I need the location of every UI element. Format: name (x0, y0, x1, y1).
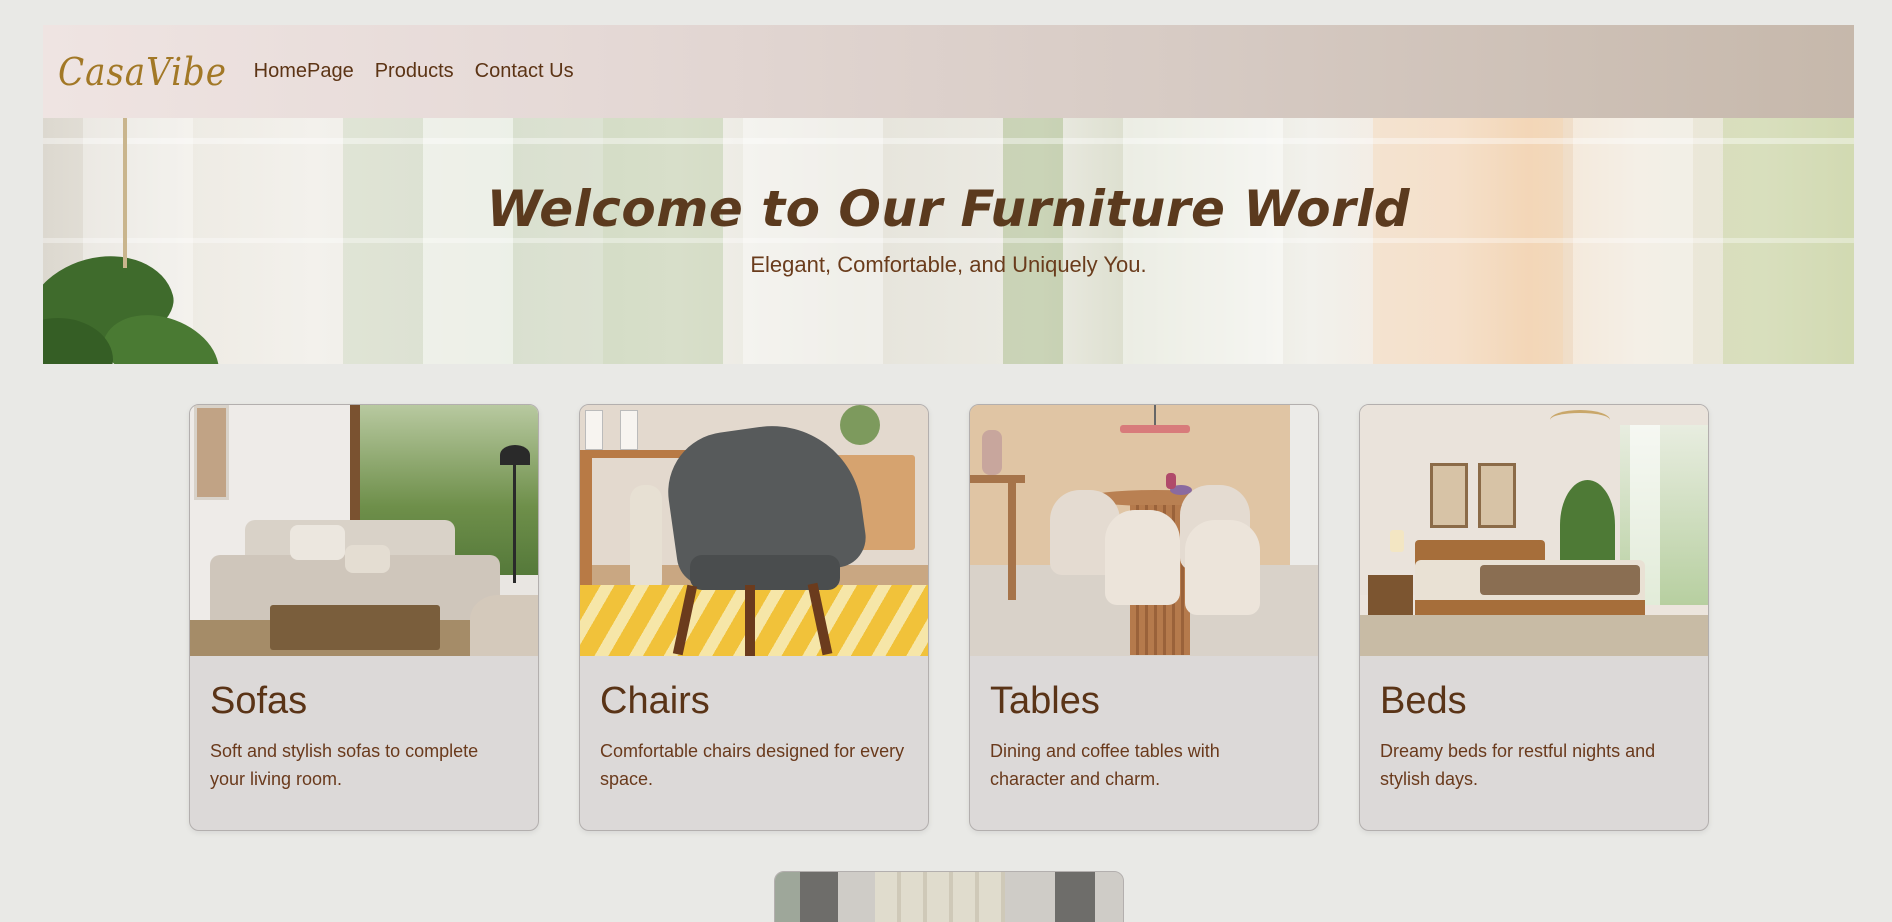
card-description: Dreamy beds for restful nights and styli… (1380, 741, 1656, 789)
product-card-sofas[interactable]: Sofas Soft and stylish sofas to complete… (189, 404, 539, 831)
hero-title: Welcome to Our Furniture World (486, 180, 1411, 238)
product-card-chairs[interactable]: Chairs Comfortable chairs designed for e… (579, 404, 929, 831)
card-title: Sofas (210, 680, 308, 722)
tables-image (970, 405, 1318, 656)
nav-link-products[interactable]: Products (375, 60, 454, 83)
nav-link-contact-us[interactable]: Contact Us (475, 60, 574, 83)
nav-link-homepage[interactable]: HomePage (254, 60, 354, 83)
page: CasaVibe HomePage Products Contact Us We… (0, 0, 1892, 922)
card-description: Soft and stylish sofas to complete your … (210, 741, 479, 789)
product-card-tables[interactable]: Tables Dining and coffee tables with cha… (969, 404, 1319, 831)
card-title: Tables (990, 680, 1100, 722)
nav-links: HomePage Products Contact Us (254, 60, 595, 83)
card-description: Comfortable chairs designed for every sp… (600, 741, 905, 789)
card-title: Chairs (600, 680, 710, 722)
card-description: Dining and coffee tables with character … (990, 741, 1220, 789)
sofas-image (190, 405, 538, 656)
chairs-image (580, 405, 928, 656)
product-card-partial[interactable] (774, 871, 1124, 922)
navbar: CasaVibe HomePage Products Contact Us (43, 25, 1854, 118)
card-title: Beds (1380, 680, 1467, 722)
product-card-beds[interactable]: Beds Dreamy beds for restful nights and … (1359, 404, 1709, 831)
hero-subtitle: Elegant, Comfortable, and Uniquely You. (750, 252, 1147, 277)
beds-image (1360, 405, 1708, 656)
hero-banner: Welcome to Our Furniture World Elegant, … (43, 118, 1854, 364)
brand-logo[interactable]: CasaVibe (58, 50, 227, 94)
